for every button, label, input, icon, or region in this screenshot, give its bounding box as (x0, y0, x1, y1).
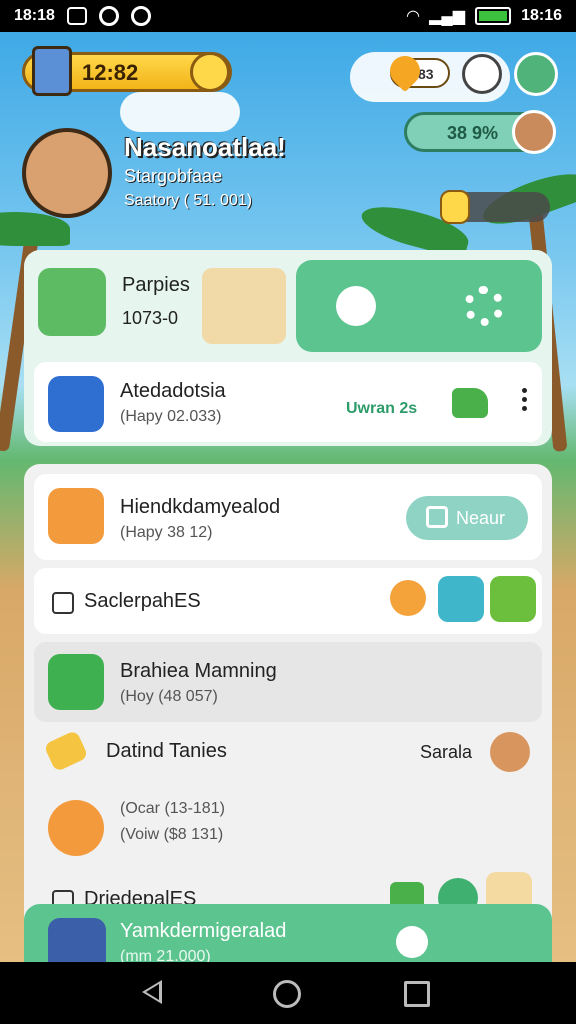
row-subtitle: (Hapy 38 12) (120, 524, 213, 541)
back-triangle-icon[interactable] (142, 980, 162, 1004)
game-scene: 12:82 83 38 9% Nasanoatlaa! Stargobfaae … (0, 32, 576, 962)
neutral-button-label: Neaur (456, 508, 506, 528)
shield-button[interactable] (514, 52, 558, 96)
hero-subtitle: Stargobfaae (124, 166, 223, 186)
friend-avatar[interactable] (512, 110, 556, 154)
player-avatar (48, 488, 104, 544)
status-time-right: 18:16 (521, 7, 562, 24)
row-subtitle-2: (Voiw ($8 131) (120, 826, 224, 843)
row-right-label: Sarala (420, 742, 473, 762)
bottom-action-bar[interactable]: Yamkdermigeralad (mm 21.000) (24, 904, 552, 962)
cloud-decoration (120, 92, 240, 132)
player-avatar-small[interactable] (32, 46, 72, 96)
player-scene-thumbnail[interactable] (202, 268, 286, 344)
activity-panel: Hiendkdamyealod (Hapy 38 12) Neaur Sacle… (24, 464, 552, 934)
row-title: Brahiea Mamning (120, 660, 277, 682)
pencil-icon (43, 729, 89, 773)
key-button[interactable] (462, 54, 502, 94)
clipboard-icon (426, 506, 448, 528)
timer-icon[interactable] (190, 52, 230, 92)
wifi-icon: ◠ (406, 8, 420, 25)
tools-icon (48, 376, 104, 432)
list-item[interactable]: Datind Tanies Sarala (Ocar (13-181) (Voi… (34, 729, 542, 858)
status-time: 18:18 (14, 7, 55, 24)
navigation-bar (0, 962, 576, 1024)
bottom-bar-title: Yamkdermigeralad (120, 920, 287, 942)
game-notification-icon (130, 6, 151, 26)
house-icon (48, 800, 104, 856)
battery-icon (475, 7, 512, 25)
gear-icon[interactable] (396, 926, 428, 958)
list-item[interactable]: Atedadotsia (Hapy 02.033) Uwran 2s (34, 362, 542, 442)
list-item[interactable]: SaclerpahES (34, 568, 542, 634)
row-title: Datind Tanies (106, 740, 227, 762)
player-card: Parpies 1073-0 Atedadotsia (Hapy 02.033)… (24, 250, 552, 446)
friend-thumb[interactable] (438, 576, 484, 622)
gallery-notification-icon (66, 7, 87, 25)
hero-title: Nasanoatlaa! (124, 132, 286, 162)
player-avatar[interactable] (38, 268, 106, 336)
player-name: Parpies (122, 274, 190, 296)
sun-gear-icon[interactable] (464, 286, 504, 326)
neutral-button[interactable]: Neaur (406, 496, 528, 540)
row-link[interactable]: Uwran 2s (346, 400, 417, 418)
list-item[interactable]: Brahiea Mamning (Hoy (48 057) (34, 642, 542, 722)
recent-square-icon[interactable] (404, 981, 430, 1007)
row-title: Atedadotsia (120, 380, 226, 402)
more-options-icon[interactable] (522, 388, 528, 415)
hero-avatar[interactable] (22, 128, 112, 218)
status-bar: 18:18 ◠ ▂▄▆ 18:16 (0, 0, 576, 32)
headset-icon (48, 654, 104, 710)
row-title: Hiendkdamyealod (120, 496, 281, 518)
checkbox[interactable] (52, 592, 74, 614)
thumbs-up-icon[interactable] (452, 388, 488, 418)
home-circle-icon[interactable] (273, 980, 301, 1008)
badge-icon[interactable] (440, 190, 470, 224)
coin-value: 12:82 (82, 60, 139, 85)
list-item[interactable]: Hiendkdamyealod (Hapy 38 12) Neaur (34, 474, 542, 560)
settings-panel (296, 260, 542, 352)
gear-icon[interactable] (336, 286, 376, 326)
player-avatar (48, 918, 106, 962)
signal-icon: ▂▄▆ (429, 8, 466, 25)
friend-avatar[interactable] (490, 732, 530, 772)
flower-icon (390, 580, 426, 616)
friend-thumb[interactable] (490, 576, 536, 622)
row-subtitle: (Hoy (48 057) (120, 688, 218, 705)
row-subtitle: (Ocar (13-181) (120, 800, 225, 817)
hero-meta: Saatory ( 51. 001) (124, 192, 253, 209)
row-title: SaclerpahES (84, 590, 201, 612)
bottom-bar-subtitle: (mm 21.000) (120, 948, 211, 962)
app-notification-icon (98, 6, 119, 26)
player-score: 1073-0 (122, 308, 179, 328)
row-subtitle: (Hapy 02.033) (120, 408, 222, 425)
